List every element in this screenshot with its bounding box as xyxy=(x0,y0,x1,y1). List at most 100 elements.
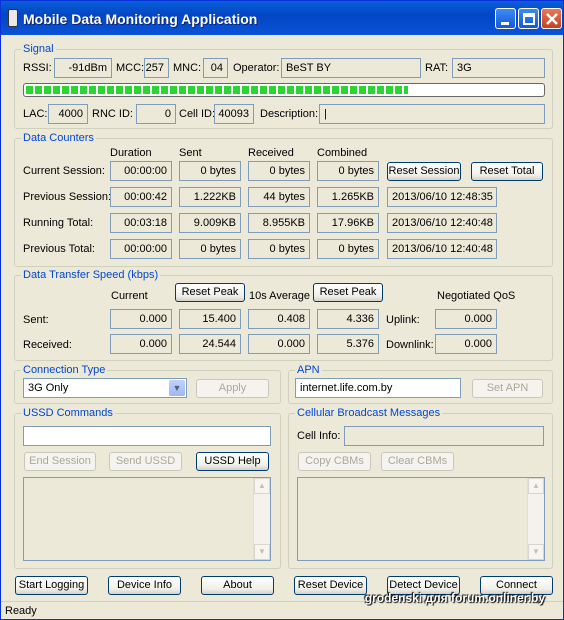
recv-peak-average: 5.376 xyxy=(317,334,379,354)
sent-peak: 15.400 xyxy=(179,309,241,329)
start-logging-button[interactable]: Start Logging xyxy=(15,576,88,595)
mnc-label: MNC: xyxy=(173,62,202,74)
set-apn-button[interactable]: Set APN xyxy=(472,379,543,398)
description-label: Description: xyxy=(260,108,319,120)
sent-current: 0.000 xyxy=(110,309,172,329)
mcc-value: 257 xyxy=(144,58,169,78)
apply-button[interactable]: Apply xyxy=(196,379,269,398)
rat-value: 3G xyxy=(452,58,545,78)
app-window: Mobile Data Monitoring Application Signa… xyxy=(0,0,564,620)
signal-strength-fill xyxy=(26,86,408,94)
header-duration: Duration xyxy=(110,147,152,159)
clear-cbms-button[interactable]: Clear CBMs xyxy=(381,452,454,471)
connection-type-select[interactable]: 3G Only ▼ xyxy=(23,378,187,398)
lac-value: 4000 xyxy=(48,104,88,124)
ussd-scrollbar[interactable]: ▲ ▼ xyxy=(253,478,270,560)
send-ussd-button[interactable]: Send USSD xyxy=(109,452,182,471)
previous-total-received: 0 bytes xyxy=(248,239,310,259)
maximize-button[interactable] xyxy=(518,8,539,29)
previous-session-received: 44 bytes xyxy=(248,187,310,207)
sent-average: 0.408 xyxy=(248,309,310,329)
operator-label: Operator: xyxy=(233,62,280,74)
qos-label: Negotiated QoS xyxy=(437,290,516,302)
received-label: Received: xyxy=(23,339,72,351)
current-session-combined: 0 bytes xyxy=(317,161,379,181)
recv-average: 0.000 xyxy=(248,334,310,354)
operator-value: BeST BY xyxy=(281,58,421,78)
reset-peak-recv-button[interactable]: Reset Peak xyxy=(313,283,383,302)
current-label: Current xyxy=(111,290,148,302)
current-session-label: Current Session: xyxy=(23,165,105,177)
previous-session-sent: 1.222KB xyxy=(179,187,241,207)
scroll-down-icon[interactable]: ▼ xyxy=(254,544,270,560)
mnc-value: 04 xyxy=(203,58,228,78)
reset-device-button[interactable]: Reset Device xyxy=(294,576,367,595)
lac-label: LAC: xyxy=(23,108,48,120)
ussd-input[interactable] xyxy=(23,426,271,446)
cbm-label: Cellular Broadcast Messages xyxy=(295,407,443,419)
uplink-label: Uplink: xyxy=(386,314,420,326)
reset-peak-sent-button[interactable]: Reset Peak xyxy=(175,283,245,302)
reset-total-button[interactable]: Reset Total xyxy=(471,162,543,181)
downlink-label: Downlink: xyxy=(386,339,434,351)
current-session-received: 0 bytes xyxy=(248,161,310,181)
reset-session-button[interactable]: Reset Session xyxy=(387,162,461,181)
signal-group-label: Signal xyxy=(21,43,56,55)
scroll-up-icon[interactable]: ▲ xyxy=(254,478,270,494)
minimize-button[interactable] xyxy=(495,8,516,29)
scroll-down-icon[interactable]: ▼ xyxy=(528,544,544,560)
cbm-scrollbar[interactable]: ▲ ▼ xyxy=(527,478,544,560)
maximize-icon xyxy=(523,13,535,25)
end-session-button[interactable]: End Session xyxy=(24,452,96,471)
ussd-response-area[interactable]: ▲ ▼ xyxy=(23,477,271,561)
running-total-duration: 00:03:18 xyxy=(110,213,172,233)
rnc-label: RNC ID: xyxy=(92,108,133,120)
header-sent: Sent xyxy=(179,147,202,159)
rssi-label: RSSI: xyxy=(23,62,52,74)
rssi-value: -91dBm xyxy=(54,58,112,78)
recv-current: 0.000 xyxy=(110,334,172,354)
ussd-help-button[interactable]: USSD Help xyxy=(196,452,269,471)
avg-label: 10s Average xyxy=(249,290,310,302)
cbm-message-area[interactable]: ▲ ▼ xyxy=(297,477,545,561)
previous-total-duration: 00:00:00 xyxy=(110,239,172,259)
transfer-speed-label: Data Transfer Speed (kbps) xyxy=(21,269,161,281)
close-button[interactable] xyxy=(541,8,562,29)
running-total-received: 8.955KB xyxy=(248,213,310,233)
running-total-sent: 9.009KB xyxy=(179,213,241,233)
header-combined: Combined xyxy=(317,147,368,159)
watermark-text: grodenski для forum.onliner.by xyxy=(364,591,545,605)
previous-session-label: Previous Session: xyxy=(23,191,112,203)
previous-session-date: 2013/06/10 12:48:35 xyxy=(387,187,497,207)
scroll-up-icon[interactable]: ▲ xyxy=(528,478,544,494)
window-title: Mobile Data Monitoring Application xyxy=(23,11,258,27)
previous-total-combined: 0 bytes xyxy=(317,239,379,259)
apn-input[interactable]: internet.life.com.by xyxy=(295,378,461,398)
chevron-down-icon[interactable]: ▼ xyxy=(169,380,185,396)
previous-total-label: Previous Total: xyxy=(23,243,95,255)
data-counters-label: Data Counters xyxy=(21,132,96,144)
connection-type-value: 3G Only xyxy=(28,382,69,394)
status-text: Ready xyxy=(5,605,37,617)
connection-type-label: Connection Type xyxy=(21,364,108,376)
copy-cbms-button[interactable]: Copy CBMs xyxy=(298,452,371,471)
cell-info-value xyxy=(344,426,544,446)
description-value: | xyxy=(319,104,545,124)
current-session-sent: 0 bytes xyxy=(179,161,241,181)
sent-label: Sent: xyxy=(23,314,49,326)
current-session-duration: 00:00:00 xyxy=(110,161,172,181)
previous-total-date: 2013/06/10 12:40:48 xyxy=(387,239,497,259)
title-bar[interactable]: Mobile Data Monitoring Application xyxy=(1,1,563,35)
previous-session-combined: 1.265KB xyxy=(317,187,379,207)
about-button[interactable]: About xyxy=(201,576,274,595)
signal-strength-bar xyxy=(23,83,545,97)
close-icon xyxy=(546,13,558,25)
rnc-value: 0 xyxy=(136,104,176,124)
running-total-date: 2013/06/10 12:40:48 xyxy=(387,213,497,233)
sent-peak-average: 4.336 xyxy=(317,309,379,329)
recv-peak: 24.544 xyxy=(179,334,241,354)
downlink-value: 0.000 xyxy=(435,334,497,354)
device-info-button[interactable]: Device Info xyxy=(108,576,181,595)
apn-label: APN xyxy=(295,364,322,376)
minimize-icon xyxy=(501,22,509,25)
